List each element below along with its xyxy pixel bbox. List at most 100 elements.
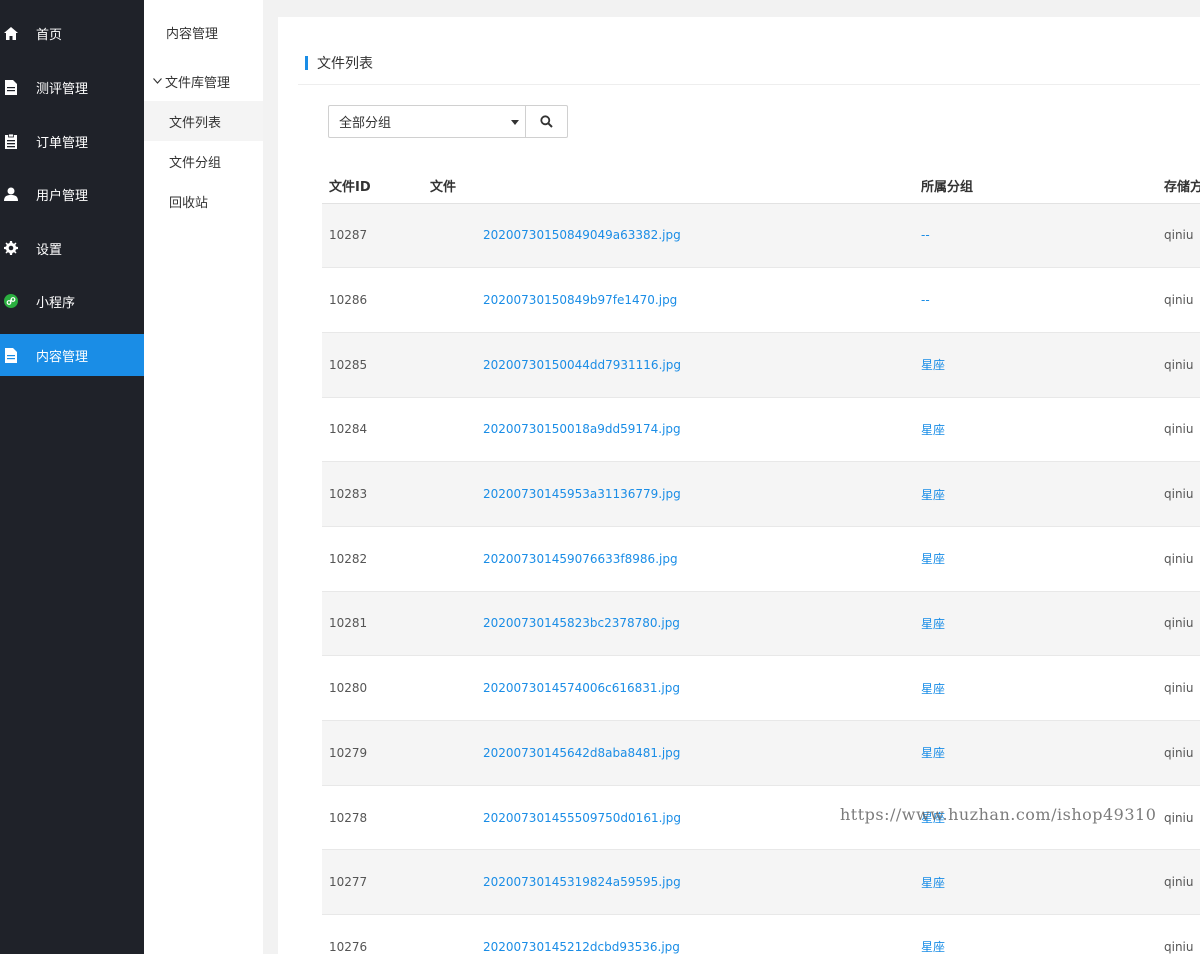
file-cell: 20200730145319824a59595.jpg xyxy=(423,849,914,916)
nav-item-mini-program[interactable]: 小程序 xyxy=(0,280,144,322)
file-link[interactable]: 202007301459076633f8986.jpg xyxy=(483,552,678,566)
nav-item-assessment[interactable]: 测评管理 xyxy=(0,66,144,108)
subnav-item-recycle-bin[interactable]: 回收站 xyxy=(144,181,263,221)
table-row: 10280 2020073014574006c616831.jpg 星座 qiniu xyxy=(322,655,1200,721)
file-id-cell: 10284 xyxy=(322,397,423,463)
divider xyxy=(298,84,1200,85)
file-link[interactable]: 20200730145823bc2378780.jpg xyxy=(483,616,680,630)
file-link[interactable]: 20200730150044dd7931116.jpg xyxy=(483,358,681,372)
file-cell: 2020073014574006c616831.jpg xyxy=(423,655,914,721)
group-link[interactable]: 星座 xyxy=(921,488,945,502)
file-cell: 20200730145953a31136779.jpg xyxy=(423,461,914,527)
subnav-item-file-list[interactable]: 文件列表 xyxy=(144,101,263,141)
document-icon xyxy=(4,347,18,363)
group-cell: -- xyxy=(914,203,1157,269)
caret-down-icon xyxy=(510,116,520,131)
subnav-item-label: 文件分组 xyxy=(169,155,222,171)
subnav-group-file-library[interactable]: 文件库管理 xyxy=(144,61,263,101)
file-link[interactable]: 20200730150849b97fe1470.jpg xyxy=(483,293,677,307)
subnav-group-label: 文件库管理 xyxy=(165,75,231,91)
column-header-file-id: 文件ID xyxy=(322,169,423,204)
nav-label: 内容管理 xyxy=(36,349,89,365)
nav-label: 小程序 xyxy=(36,295,76,311)
table-row: 10277 20200730145319824a59595.jpg 星座 qiniu xyxy=(322,849,1200,916)
search-icon xyxy=(540,115,553,128)
storage-cell: qiniu xyxy=(1157,332,1200,398)
file-link[interactable]: 202007301455509750d0161.jpg xyxy=(483,811,681,825)
user-icon xyxy=(4,186,18,202)
group-filter-value: 全部分组 xyxy=(339,116,392,131)
storage-cell: qiniu xyxy=(1157,267,1200,333)
table-row: 10286 20200730150849b97fe1470.jpg -- qiniu xyxy=(322,267,1200,333)
chevron-down-icon xyxy=(153,78,162,84)
group-link[interactable]: 星座 xyxy=(921,682,945,696)
subnav-title-label: 内容管理 xyxy=(166,26,219,42)
group-link[interactable]: 星座 xyxy=(921,940,945,954)
table-header-row: 文件ID 文件 所属分组 存储方 xyxy=(322,169,1200,204)
storage-cell: qiniu xyxy=(1157,203,1200,269)
column-header-storage: 存储方 xyxy=(1157,169,1200,204)
file-id-cell: 10286 xyxy=(322,267,423,333)
group-cell: 星座 xyxy=(914,914,1157,954)
nav-item-settings[interactable]: 设置 xyxy=(0,227,144,269)
file-id-cell: 10285 xyxy=(322,332,423,398)
file-cell: 20200730145642d8aba8481.jpg xyxy=(423,720,914,786)
home-icon xyxy=(4,25,18,41)
subnav-item-label: 文件列表 xyxy=(169,115,222,131)
storage-cell: qiniu xyxy=(1157,720,1200,786)
storage-cell: qiniu xyxy=(1157,397,1200,463)
file-link[interactable]: 20200730150018a9dd59174.jpg xyxy=(483,422,681,436)
file-link[interactable]: 20200730145642d8aba8481.jpg xyxy=(483,746,680,760)
file-link[interactable]: 2020073014574006c616831.jpg xyxy=(483,681,680,695)
storage-cell: qiniu xyxy=(1157,655,1200,721)
storage-cell: qiniu xyxy=(1157,526,1200,592)
file-id-cell: 10281 xyxy=(322,591,423,657)
table-row: 10281 20200730145823bc2378780.jpg 星座 qiniu xyxy=(322,591,1200,657)
file-cell: 20200730150044dd7931116.jpg xyxy=(423,332,914,398)
table-row: 10282 202007301459076633f8986.jpg 星座 qiniu xyxy=(322,526,1200,592)
sub-sidebar: 内容管理 文件库管理 文件列表 文件分组 回收站 xyxy=(144,0,263,954)
group-link[interactable]: -- xyxy=(921,228,930,242)
nav-label: 测评管理 xyxy=(36,81,89,97)
subnav-title: 内容管理 xyxy=(144,12,263,52)
group-link[interactable]: 星座 xyxy=(921,876,945,890)
nav-item-content[interactable]: 内容管理 xyxy=(0,334,144,376)
search-button[interactable] xyxy=(525,105,568,138)
file-link[interactable]: 20200730145212dcbd93536.jpg xyxy=(483,940,680,954)
mini-program-icon xyxy=(4,293,18,309)
file-cell: 20200730150849b97fe1470.jpg xyxy=(423,267,914,333)
file-id-cell: 10278 xyxy=(322,785,423,851)
table-row: 10279 20200730145642d8aba8481.jpg 星座 qiniu xyxy=(322,720,1200,786)
document-icon xyxy=(4,79,18,95)
file-cell: 20200730150849049a63382.jpg xyxy=(423,203,914,269)
group-link[interactable]: 星座 xyxy=(921,746,945,760)
file-link[interactable]: 20200730150849049a63382.jpg xyxy=(483,228,681,242)
group-link[interactable]: 星座 xyxy=(921,423,945,437)
file-link[interactable]: 20200730145319824a59595.jpg xyxy=(483,875,681,889)
group-cell: -- xyxy=(914,267,1157,333)
nav-item-users[interactable]: 用户管理 xyxy=(0,173,144,215)
file-id-cell: 10279 xyxy=(322,720,423,786)
nav-item-orders[interactable]: 订单管理 xyxy=(0,120,144,162)
nav-item-home[interactable]: 首页 xyxy=(0,12,144,54)
page-title: 文件列表 xyxy=(305,53,373,73)
group-link[interactable]: 星座 xyxy=(921,552,945,566)
subnav-item-file-groups[interactable]: 文件分组 xyxy=(144,141,263,181)
clipboard-icon xyxy=(4,133,18,149)
group-link[interactable]: 星座 xyxy=(921,358,945,372)
storage-cell: qiniu xyxy=(1157,591,1200,657)
group-link[interactable]: 星座 xyxy=(921,617,945,631)
table-row: 10283 20200730145953a31136779.jpg 星座 qiniu xyxy=(322,461,1200,527)
column-header-group: 所属分组 xyxy=(914,169,1157,204)
group-cell: 星座 xyxy=(914,461,1157,527)
nav-label: 订单管理 xyxy=(36,135,89,151)
file-link[interactable]: 20200730145953a31136779.jpg xyxy=(483,487,681,501)
file-id-cell: 10280 xyxy=(322,655,423,721)
page-title-text: 文件列表 xyxy=(317,56,373,72)
group-cell: 星座 xyxy=(914,397,1157,463)
watermark-text: https://www.huzhan.com/ishop49310 xyxy=(840,805,1157,824)
group-link[interactable]: -- xyxy=(921,293,930,307)
storage-cell: qiniu xyxy=(1157,914,1200,954)
group-cell: 星座 xyxy=(914,591,1157,657)
group-filter-select[interactable]: 全部分组 xyxy=(328,105,526,138)
